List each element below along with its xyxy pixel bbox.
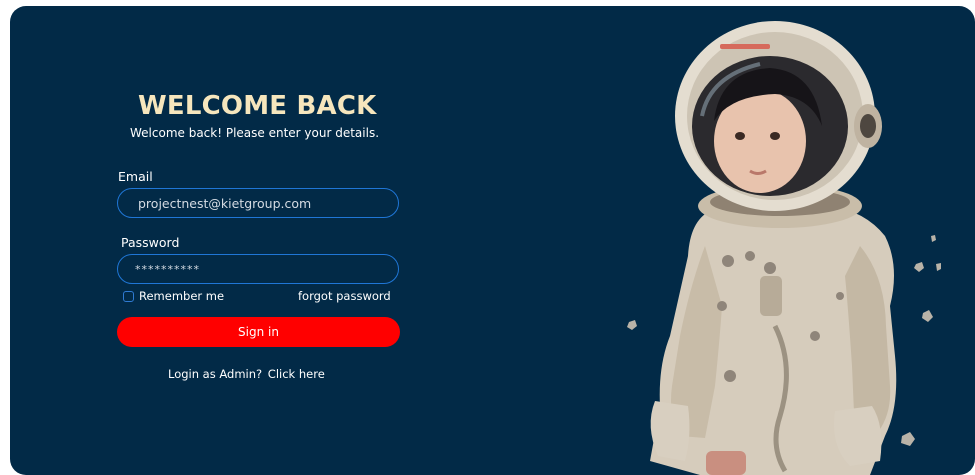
admin-login-row: Login as Admin? Click here xyxy=(168,367,325,381)
login-card: WELCOME BACK Welcome back! Please enter … xyxy=(10,6,975,475)
page-title: WELCOME BACK xyxy=(138,91,377,121)
remember-me-label: Remember me xyxy=(139,289,225,303)
email-field[interactable] xyxy=(117,188,399,218)
astronaut-illustration xyxy=(627,21,941,475)
remember-me[interactable]: Remember me xyxy=(123,289,224,303)
forgot-password-link[interactable]: forgot password xyxy=(298,289,391,303)
email-label: Email xyxy=(118,169,153,184)
sign-in-button[interactable]: Sign in xyxy=(117,317,400,347)
page-subtitle: Welcome back! Please enter your details. xyxy=(130,126,380,140)
password-field[interactable] xyxy=(117,254,399,284)
password-label: Password xyxy=(121,235,180,250)
remember-me-checkbox[interactable] xyxy=(123,290,134,302)
admin-login-link[interactable]: Click here xyxy=(268,367,325,381)
admin-login-prompt: Login as Admin? xyxy=(168,367,263,381)
